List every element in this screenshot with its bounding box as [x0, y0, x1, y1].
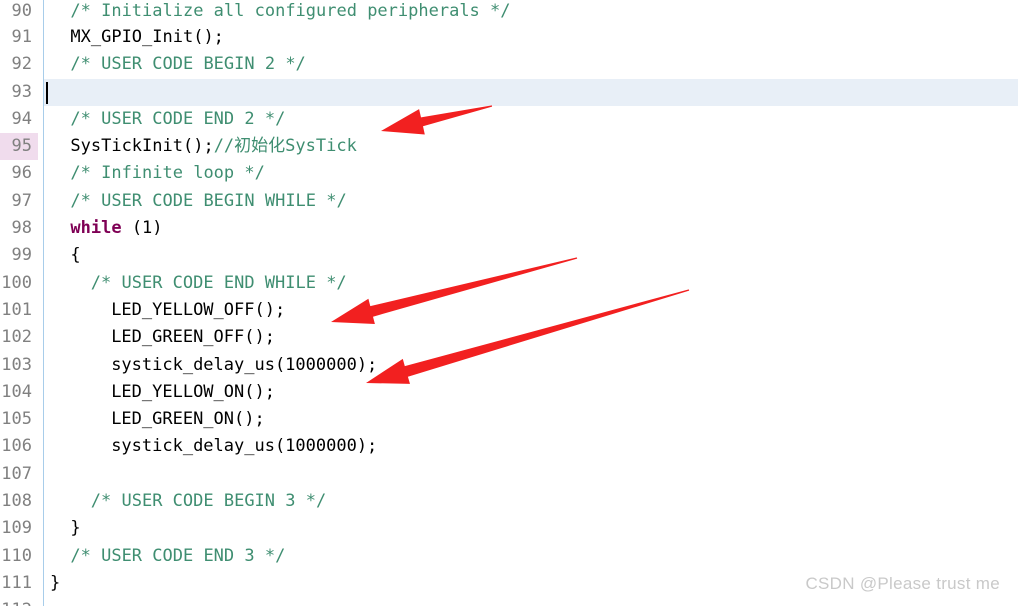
line-number: 97: [11, 190, 32, 211]
code-token-cmt: /* USER CODE END 3 */: [70, 545, 286, 566]
code-line[interactable]: 94 /* USER CODE END 2 */: [0, 106, 1018, 133]
line-number: 103: [1, 354, 32, 375]
code-token-cmt: /* Infinite loop */: [70, 163, 265, 184]
code-text[interactable]: {: [70, 242, 80, 269]
code-token-pln: LED_GREEN_ON();: [111, 409, 265, 430]
code-text[interactable]: /* USER CODE BEGIN 2 */: [70, 51, 305, 78]
code-token-pln: SysTickInit();: [70, 136, 214, 157]
line-number: 96: [11, 163, 32, 184]
code-token-pln: {: [70, 245, 81, 266]
code-token-pln: (1): [121, 218, 163, 239]
line-number: 90: [11, 1, 32, 21]
line-number: 109: [1, 518, 32, 539]
code-token-pln: systick_delay_us(1000000);: [111, 354, 378, 375]
code-text[interactable]: /* USER CODE BEGIN WHILE */: [70, 188, 346, 215]
line-number: 100: [1, 272, 32, 293]
code-text[interactable]: }: [70, 515, 80, 542]
code-line[interactable]: 91 MX_GPIO_Init();: [0, 24, 1018, 51]
code-token-kw: while: [70, 218, 122, 239]
code-text[interactable]: /* USER CODE END 2 */: [70, 106, 285, 133]
code-text[interactable]: systick_delay_us(1000000);: [111, 433, 377, 460]
line-number: 101: [1, 299, 32, 320]
code-line[interactable]: 95 SysTickInit();//初始化SysTick: [0, 133, 1018, 161]
code-token-pln: LED_YELLOW_ON();: [111, 381, 275, 402]
code-token-cmt: /* USER CODE BEGIN 2 */: [70, 54, 306, 75]
line-number: 110: [1, 545, 32, 566]
code-text[interactable]: LED_GREEN_OFF();: [111, 324, 275, 351]
code-text[interactable]: LED_GREEN_ON();: [111, 406, 265, 433]
code-token-cmt: /* USER CODE BEGIN 3 */: [90, 491, 327, 512]
code-token-cmt: /* Initialize all configured peripherals…: [70, 1, 511, 21]
code-text[interactable]: systick_delay_us(1000000);: [111, 352, 377, 379]
code-line[interactable]: 104 LED_YELLOW_ON();: [0, 379, 1018, 406]
code-text[interactable]: /* USER CODE END WHILE */: [91, 270, 347, 297]
code-line[interactable]: 109}: [0, 515, 1018, 542]
code-line[interactable]: 98 while (1): [0, 215, 1018, 242]
code-text[interactable]: while (1): [70, 215, 162, 242]
code-token-pln: MX_GPIO_Init();: [70, 27, 224, 47]
code-text[interactable]: /* Infinite loop */: [70, 160, 264, 187]
code-editor[interactable]: 90 /* Initialize all configured periphera…: [0, 0, 1018, 606]
code-line[interactable]: 105 LED_GREEN_ON();: [0, 406, 1018, 433]
code-line[interactable]: 92 /* USER CODE BEGIN 2 */: [0, 51, 1018, 78]
code-token-pln: systick_delay_us(1000000);: [111, 436, 378, 457]
line-number: 99: [11, 245, 32, 266]
code-line[interactable]: 90 /* Initialize all configured periphera…: [0, 0, 1018, 24]
code-text[interactable]: MX_GPIO_Init();: [70, 24, 224, 51]
line-number: 106: [1, 436, 32, 457]
code-line[interactable]: 99 {: [0, 242, 1018, 269]
watermark-text: CSDN @Please trust me: [805, 574, 1000, 593]
line-number: 104: [1, 381, 32, 402]
line-number: 92: [11, 54, 32, 75]
line-number: 91: [11, 27, 32, 47]
code-line[interactable]: 103 systick_delay_us(1000000);: [0, 352, 1018, 379]
code-token-cmt: //初始化SysTick: [213, 136, 357, 157]
line-number: 94: [11, 108, 32, 129]
code-token-cmt: /* USER CODE END WHILE */: [90, 272, 347, 293]
code-line[interactable]: 108 /* USER CODE BEGIN 3 */: [0, 488, 1018, 515]
code-line[interactable]: 100 /* USER CODE END WHILE */: [0, 270, 1018, 297]
code-line[interactable]: 97 /* USER CODE BEGIN WHILE */: [0, 188, 1018, 215]
code-line[interactable]: 110 /* USER CODE END 3 */: [0, 543, 1018, 570]
line-number: 112: [0, 597, 38, 606]
text-caret: [46, 81, 48, 104]
code-text[interactable]: /* USER CODE BEGIN 3 */: [91, 488, 326, 515]
code-lines-container[interactable]: 90 /* Initialize all configured periphera…: [0, 0, 1018, 606]
code-token-pln: }: [50, 572, 61, 593]
code-token-pln: LED_GREEN_OFF();: [111, 327, 275, 348]
line-number: 108: [1, 491, 32, 512]
code-token-cmt: /* USER CODE BEGIN WHILE */: [70, 190, 347, 211]
code-token-cmt: /* USER CODE END 2 */: [70, 108, 286, 129]
line-number: 95: [0, 133, 38, 161]
code-token-pln: }: [70, 518, 81, 539]
code-text[interactable]: /* USER CODE END 3 */: [70, 543, 285, 570]
code-token-pln: LED_YELLOW_OFF();: [111, 299, 286, 320]
code-line[interactable]: 93: [0, 78, 1018, 106]
gutter-separator: [43, 0, 44, 606]
code-text[interactable]: }: [50, 570, 60, 597]
line-number: 93: [11, 81, 32, 102]
code-text[interactable]: LED_YELLOW_OFF();: [111, 297, 285, 324]
code-text[interactable]: /* Initialize all configured peripherals…: [70, 0, 510, 22]
code-text[interactable]: LED_YELLOW_ON();: [111, 379, 275, 406]
line-number: 98: [11, 218, 32, 239]
line-number: 102: [1, 327, 32, 348]
line-number: 111: [1, 572, 32, 593]
line-number: 107: [1, 463, 32, 484]
current-line-highlight: [44, 78, 1018, 106]
line-number: 105: [1, 409, 32, 430]
code-line[interactable]: 101 LED_YELLOW_OFF();: [0, 297, 1018, 324]
code-line[interactable]: 106 systick_delay_us(1000000);: [0, 433, 1018, 460]
code-line[interactable]: 102 LED_GREEN_OFF();: [0, 324, 1018, 351]
code-text[interactable]: SysTickInit();//初始化SysTick: [70, 133, 356, 160]
code-line[interactable]: 107: [0, 461, 1018, 488]
code-line[interactable]: 112: [0, 597, 1018, 606]
code-line[interactable]: 96 /* Infinite loop */: [0, 160, 1018, 187]
